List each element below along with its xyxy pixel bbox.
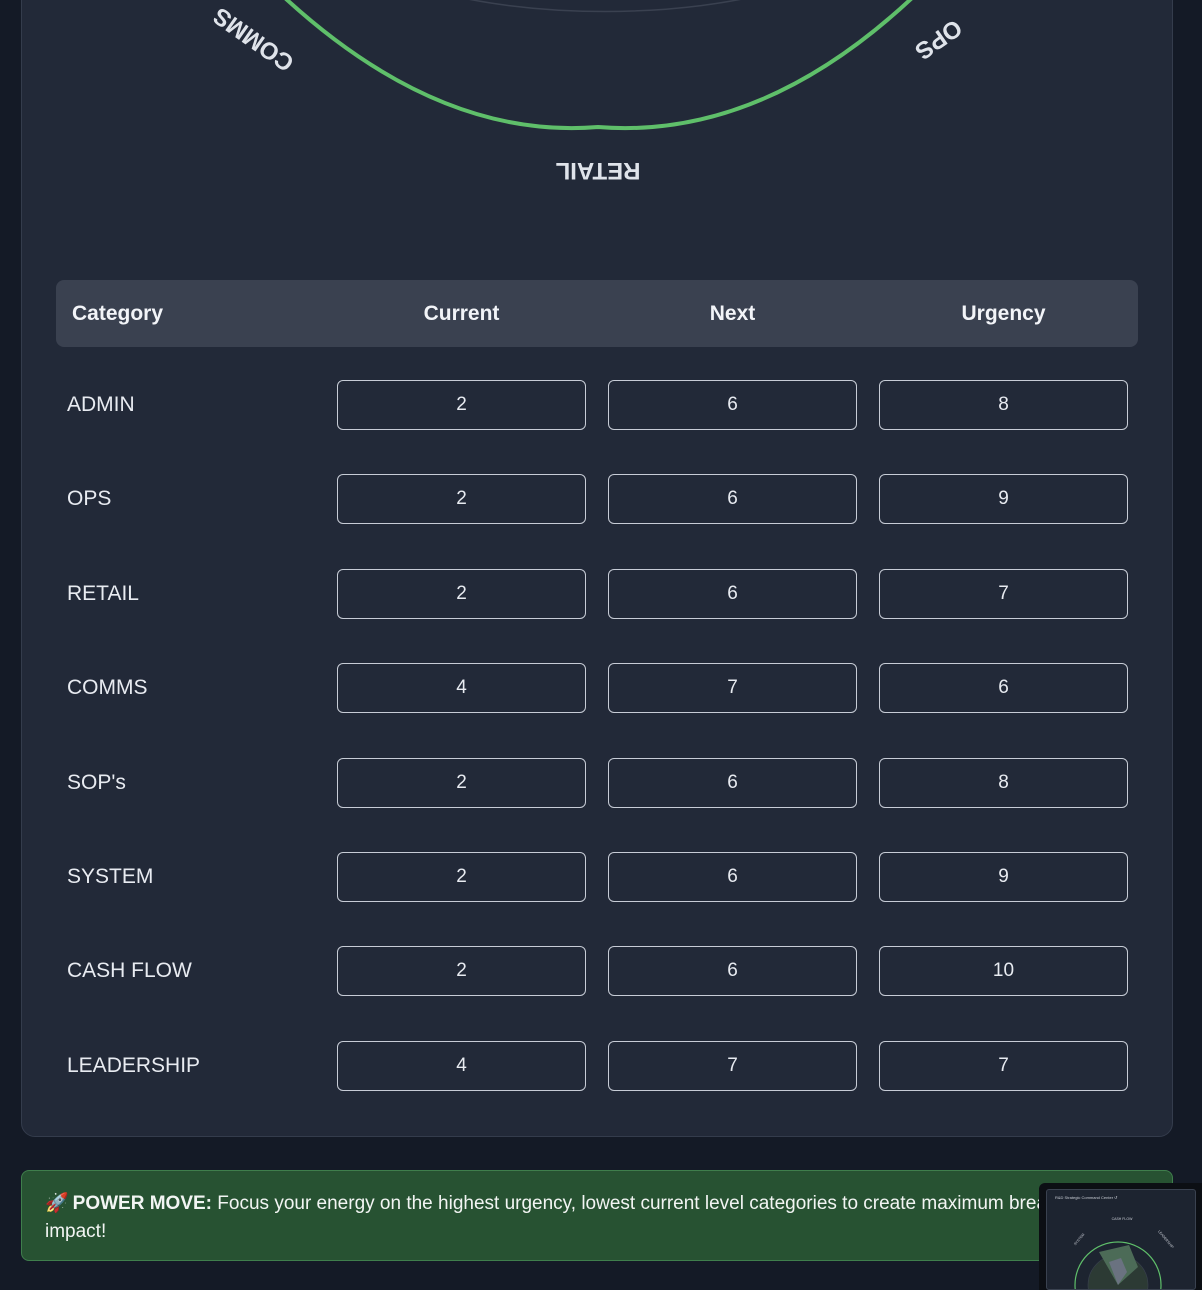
urgency-input[interactable]	[879, 1041, 1128, 1091]
urgency-input[interactable]	[879, 758, 1128, 808]
current-input[interactable]	[337, 380, 586, 430]
table-row: OPS	[56, 474, 1138, 524]
thumbnail-label-left: SYSTEM	[1073, 1233, 1085, 1247]
page-thumbnail[interactable]: R&D Strategic Command Center ↺ CASH FLOW…	[1039, 1183, 1202, 1290]
wheel-label-comms: COMMS	[208, 2, 299, 77]
next-input[interactable]	[608, 946, 857, 996]
wheel-label-retail: RETAIL	[556, 157, 641, 184]
next-input[interactable]	[608, 380, 857, 430]
row-category-label: RETAIL	[67, 582, 139, 605]
row-category-label: ADMIN	[67, 393, 135, 416]
rocket-icon: 🚀	[45, 1193, 69, 1214]
wheel-label-ops: OPS	[910, 14, 967, 65]
current-input[interactable]	[337, 663, 586, 713]
urgency-input[interactable]	[879, 663, 1128, 713]
current-input[interactable]	[337, 569, 586, 619]
thumbnail-label-right: LEADERSHIP	[1157, 1230, 1175, 1250]
current-input[interactable]	[337, 946, 586, 996]
header-urgency: Urgency	[961, 302, 1046, 325]
next-input[interactable]	[608, 474, 857, 524]
row-category-label: LEADERSHIP	[67, 1054, 201, 1077]
thumbnail-label-top: CASH FLOW	[1112, 1217, 1134, 1221]
urgency-input[interactable]	[879, 852, 1128, 902]
thumbnail-preview: R&D Strategic Command Center ↺ CASH FLOW…	[1046, 1189, 1196, 1290]
table-row: SYSTEM	[56, 852, 1138, 902]
table-row: COMMS	[56, 663, 1138, 713]
current-input[interactable]	[337, 474, 586, 524]
next-input[interactable]	[608, 758, 857, 808]
next-input[interactable]	[608, 852, 857, 902]
wheel-inner-ring	[469, 0, 741, 13]
wheel-chart: COMMS OPS RETAIL	[0, 0, 1202, 260]
urgency-input[interactable]	[879, 946, 1128, 996]
table-row: SOP's	[56, 758, 1138, 808]
urgency-input[interactable]	[879, 569, 1128, 619]
table-row: RETAIL	[56, 569, 1138, 619]
table-row: CASH FLOW	[56, 946, 1138, 996]
urgency-input[interactable]	[879, 380, 1128, 430]
row-category-label: OPS	[67, 487, 112, 510]
row-category-label: SYSTEM	[67, 865, 154, 888]
next-input[interactable]	[608, 663, 857, 713]
table-row: LEADERSHIP	[56, 1041, 1138, 1091]
row-category-label: COMMS	[67, 676, 148, 699]
row-category-label: CASH FLOW	[67, 959, 192, 982]
table-header: Category Current Next Urgency	[56, 280, 1138, 347]
current-input[interactable]	[337, 1041, 586, 1091]
header-next: Next	[709, 302, 756, 325]
current-input[interactable]	[337, 758, 586, 808]
next-input[interactable]	[608, 569, 857, 619]
wheel-outer-ring	[284, 0, 913, 131]
urgency-input[interactable]	[879, 474, 1128, 524]
next-input[interactable]	[608, 1041, 857, 1091]
power-move-label: POWER MOVE:	[72, 1193, 213, 1214]
row-category-label: SOP's	[67, 771, 126, 794]
current-input[interactable]	[337, 852, 586, 902]
table-row: ADMIN	[56, 380, 1138, 430]
power-move-banner: 🚀 POWER MOVE: Focus your energy on the hi…	[21, 1170, 1173, 1261]
header-current: Current	[423, 302, 500, 325]
header-category: Category	[72, 302, 164, 325]
